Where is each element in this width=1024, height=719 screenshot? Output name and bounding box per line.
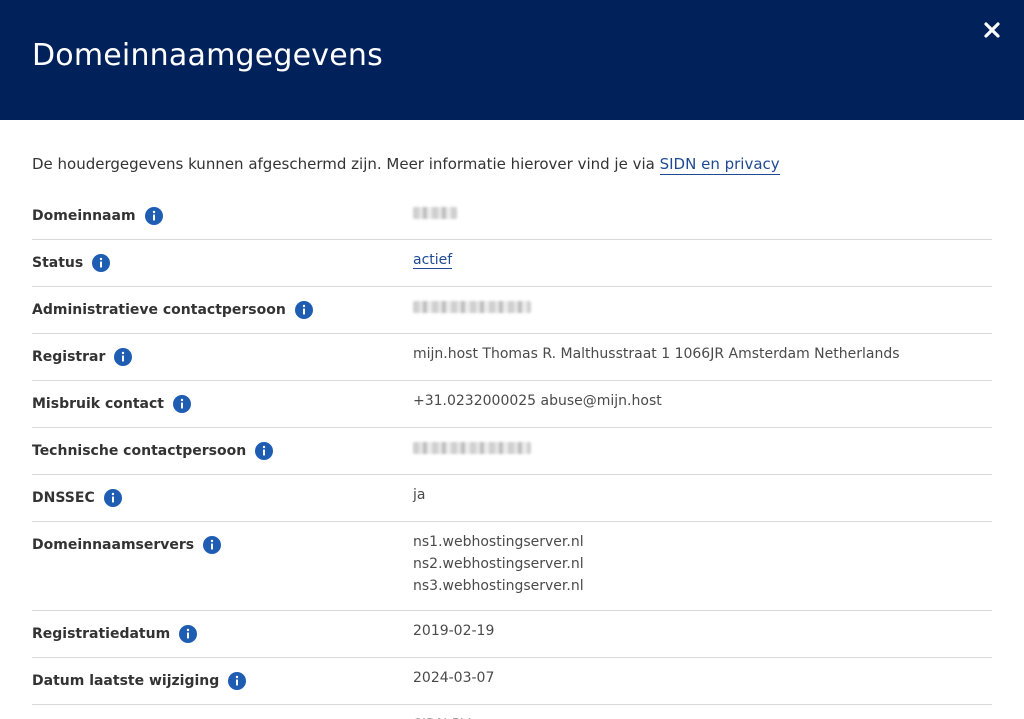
info-icon[interactable]	[179, 625, 198, 643]
detail-label-text: Status	[32, 255, 84, 271]
detail-row: Domeinnaamservers ns1.webhostingserver.nl…	[32, 522, 992, 611]
detail-label: Administratieve contactpersoon	[32, 300, 413, 320]
close-icon	[984, 22, 1000, 38]
info-icon[interactable]	[114, 348, 133, 366]
detail-value	[413, 437, 531, 461]
info-icon[interactable]	[103, 489, 122, 507]
detail-value: ja	[413, 484, 425, 506]
detail-label-text: Registratiedatum	[32, 626, 171, 642]
detail-label: Registrar	[32, 347, 413, 367]
detail-label: Status	[32, 253, 413, 273]
nameserver-item: ns2.webhostingserver.nl	[413, 556, 584, 572]
detail-label: Registratiedatum	[32, 624, 413, 644]
nameserver-item: ns3.webhostingserver.nl	[413, 578, 584, 594]
status-link[interactable]: actief	[413, 252, 453, 269]
detail-label-text: Domeinnaam	[32, 208, 136, 224]
detail-label: DNSSEC	[32, 488, 413, 508]
detail-value: +31.0232000025 abuse@mijn.host	[413, 390, 662, 412]
detail-label: Domeinnaam	[32, 206, 413, 226]
detail-row: Registratiedatum 2019-02-19	[32, 611, 992, 658]
detail-label-text: Domeinnaamservers	[32, 537, 195, 553]
modal-header: Domeinnaamgegevens	[0, 0, 1024, 120]
nameserver-item: ns1.webhostingserver.nl	[413, 534, 584, 550]
detail-value-text: +31.0232000025 abuse@mijn.host	[413, 393, 662, 409]
info-icon[interactable]	[228, 672, 247, 690]
info-icon[interactable]	[294, 301, 313, 319]
detail-value-text: ja	[413, 487, 426, 503]
detail-value-text: 2024-03-07	[413, 670, 495, 686]
detail-value: actief	[413, 249, 453, 271]
detail-value	[413, 296, 531, 320]
detail-label-text: Technische contactpersoon	[32, 443, 247, 459]
detail-row: Registrar mijn.host Thomas R. Malthusstra…	[32, 334, 992, 381]
detail-row: Misbruik contact +31.0232000025 abuse@mij…	[32, 381, 992, 428]
detail-label: Domeinnaamservers	[32, 535, 413, 555]
domain-details-modal: Domeinnaamgegevens De houdergegevens kun…	[0, 0, 1024, 719]
detail-row: Datum laatste wijziging 2024-03-07	[32, 658, 992, 705]
privacy-intro: De houdergegevens kunnen afgeschermd zij…	[32, 153, 992, 175]
modal-body: De houdergegevens kunnen afgeschermd zij…	[0, 120, 1024, 719]
redacted-value	[413, 207, 457, 219]
info-icon[interactable]	[172, 395, 191, 413]
detail-row: DNSSEC ja	[32, 475, 992, 522]
domain-details-list: Domeinnaam Status actief Administratieve co…	[32, 193, 992, 719]
detail-value: mijn.host Thomas R. Malthusstraat 1 1066…	[413, 343, 900, 365]
detail-value: 2019-02-19	[413, 620, 494, 642]
detail-label: Technische contactpersoon	[32, 441, 413, 461]
close-button[interactable]	[978, 16, 1006, 44]
modal-title: Domeinnaamgegevens	[32, 38, 383, 73]
detail-label: Datum laatste wijziging	[32, 671, 413, 691]
detail-label: Misbruik contact	[32, 394, 413, 414]
detail-value-text: 2019-02-19	[413, 623, 495, 639]
detail-value	[413, 202, 457, 226]
detail-row: Domeinnaam	[32, 193, 992, 240]
detail-row: Administratie doorSIDN BV	[32, 705, 992, 719]
detail-label-text: Misbruik contact	[32, 396, 164, 412]
detail-value: SIDN BV	[413, 714, 470, 719]
info-icon[interactable]	[144, 207, 163, 225]
detail-row: Administratieve contactpersoon	[32, 287, 992, 334]
detail-value-text: mijn.host Thomas R. Malthusstraat 1 1066…	[413, 346, 900, 362]
detail-label-text: Registrar	[32, 349, 106, 365]
detail-value: 2024-03-07	[413, 667, 494, 689]
detail-label-text: DNSSEC	[32, 490, 95, 506]
detail-row: Technische contactpersoon	[32, 428, 992, 475]
detail-row: Status actief	[32, 240, 992, 287]
redacted-value	[413, 301, 531, 313]
info-icon[interactable]	[255, 442, 274, 460]
info-icon[interactable]	[92, 254, 111, 272]
info-icon[interactable]	[203, 536, 222, 554]
detail-value: ns1.webhostingserver.nl ns2.webhostingser…	[413, 531, 584, 597]
detail-label-text: Datum laatste wijziging	[32, 673, 220, 689]
detail-label-text: Administratieve contactpersoon	[32, 302, 286, 318]
privacy-intro-text: De houdergegevens kunnen afgeschermd zij…	[32, 155, 660, 173]
redacted-value	[413, 442, 531, 454]
sidn-privacy-link[interactable]: SIDN en privacy	[659, 155, 780, 175]
